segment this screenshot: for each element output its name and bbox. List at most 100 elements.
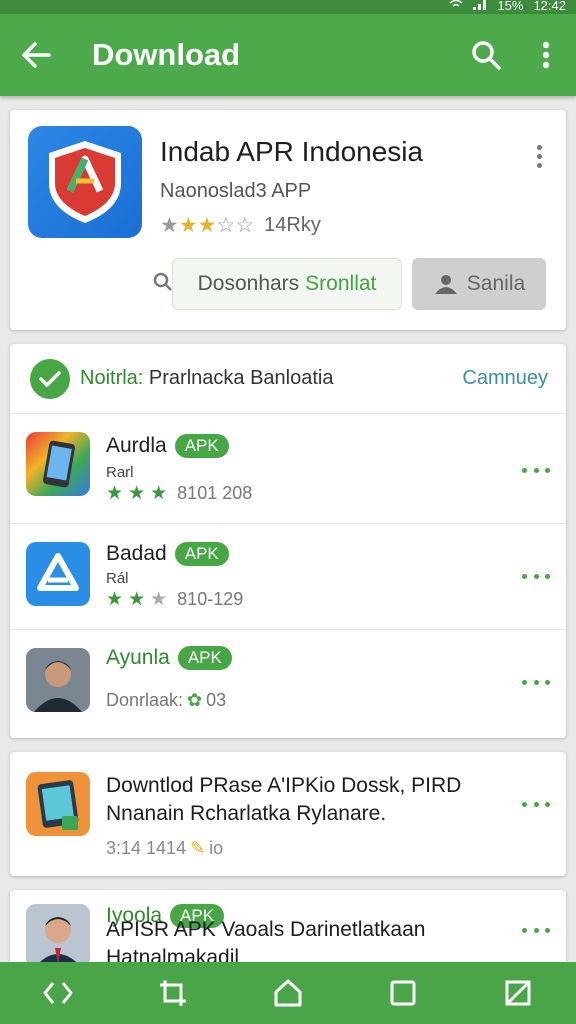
item-more-button[interactable] xyxy=(522,674,550,690)
rating-count: 14Rky xyxy=(264,214,321,236)
featured-app-subtitle: Naonoslad3 APP xyxy=(160,180,312,202)
nav-home-button[interactable] xyxy=(258,963,318,1023)
list-item-subtitle: Rarl xyxy=(106,464,134,481)
description-meta-value: 3:14 1414 xyxy=(106,838,187,858)
back-arrow-icon xyxy=(22,42,51,68)
download-button-label-accent: Sronllat xyxy=(305,272,377,295)
shield-icon xyxy=(49,141,121,223)
star-empty-icon: ☆ xyxy=(235,213,255,237)
secondary-button-label: Sanila xyxy=(466,272,526,295)
app-description-card[interactable]: Downtlod PRase A'IPKio Dossk, PIRD Nnana… xyxy=(10,752,566,876)
description-line-1: Downtlod PRase A'IPKio Dossk, PIRD xyxy=(106,774,462,797)
leaf-icon: ✿ xyxy=(187,690,203,710)
wifi-icon xyxy=(449,0,463,12)
check-circle-icon xyxy=(30,358,70,399)
list-item[interactable]: Aurdla APK Rarl ★ ★ ★ 8101 208 xyxy=(10,414,566,524)
featured-rating: ★★★☆☆ 14Rky xyxy=(160,214,321,237)
featured-app-icon[interactable] xyxy=(28,126,142,238)
star-filled-icon: ★ xyxy=(197,213,217,237)
fullscreen-icon xyxy=(505,980,531,1006)
search-small-icon xyxy=(153,272,173,298)
signal-icon xyxy=(473,0,487,12)
nav-crop-button[interactable] xyxy=(143,963,203,1023)
tablet-app-icon xyxy=(26,772,90,836)
star-filled-icon: ★ xyxy=(150,483,168,504)
bottom-nav-bar xyxy=(0,962,576,1024)
apk-badge: APK xyxy=(174,434,229,458)
list-item[interactable]: Ayunla APK Donrlaak: ✿ 03 xyxy=(10,630,566,736)
description-meta-suffix: io xyxy=(209,838,224,858)
nav-fullscreen-button[interactable] xyxy=(488,963,548,1023)
preview-line-1: APISR APK Vaoals Darinetlatkaan xyxy=(106,918,426,941)
list-header-link[interactable]: Camnuey xyxy=(462,367,548,390)
phone-app-icon xyxy=(26,432,90,496)
list-item-meta: ★ ★ ★ 810-129 xyxy=(106,588,243,611)
list-item-downloads: 810-129 xyxy=(177,589,244,609)
featured-app-title: Indab APR Indonesia xyxy=(160,136,424,167)
featured-app-card: Indab APR Indonesia Naonoslad3 APP ★★★☆☆… xyxy=(10,110,566,330)
list-item-downloads: 8101 208 xyxy=(177,483,253,503)
page-title: Download xyxy=(92,37,241,72)
list-header-rest: Prarlnacka Banloatia xyxy=(148,367,334,389)
nav-recents-button[interactable] xyxy=(373,963,433,1023)
star-empty-icon: ☆ xyxy=(216,213,236,237)
home-icon xyxy=(274,979,302,1007)
list-header: Noitrla: Prarlnacka Banloatia Camnuey xyxy=(10,344,566,414)
nav-share-button[interactable] xyxy=(28,963,88,1023)
rating-stars: ★ ★ ★ xyxy=(106,482,167,505)
list-header-text: Noitrla: Prarlnacka Banloatia xyxy=(80,367,333,390)
star-filled-icon: ★ xyxy=(106,589,124,610)
download-button[interactable]: Dosonhars Sronllat xyxy=(172,258,402,310)
item-more-button[interactable] xyxy=(522,796,550,812)
rating-stars: ★★★☆☆ xyxy=(160,213,255,237)
app-bar: Download xyxy=(0,14,576,96)
star-empty-icon: ★ xyxy=(150,589,168,610)
star-filled-icon: ★ xyxy=(128,483,146,504)
rating-stars: ★ ★ ★ xyxy=(106,588,167,611)
star-filled-icon: ★ xyxy=(106,483,124,504)
list-item-name: Ayunla xyxy=(106,646,170,669)
description-meta: 3:14 1414 ✎ io xyxy=(106,838,223,859)
search-button[interactable] xyxy=(456,14,516,96)
blue-a-app-icon xyxy=(26,542,90,606)
list-item[interactable]: Badad APK Rál ★ ★ ★ 810-129 xyxy=(10,524,566,630)
featured-more-button[interactable] xyxy=(524,136,554,176)
back-button[interactable] xyxy=(0,14,72,96)
list-item-name: Badad xyxy=(106,542,167,565)
app-list-card: Noitrla: Prarlnacka Banloatia Camnuey Au… xyxy=(10,344,566,738)
overflow-menu-button[interactable] xyxy=(516,14,576,96)
secondary-button[interactable]: Sanila xyxy=(412,258,546,310)
person-avatar-icon xyxy=(26,904,90,968)
share-icon xyxy=(43,982,73,1004)
item-more-button[interactable] xyxy=(522,462,550,478)
apk-badge: APK xyxy=(177,646,232,670)
list-item-meta-prefix: Donrlaak: xyxy=(106,690,184,710)
list-item-meta: Donrlaak: ✿ 03 xyxy=(106,690,226,711)
list-item-title: Badad APK xyxy=(106,542,229,566)
recents-square-icon xyxy=(390,980,416,1006)
description-text: Downtlod PRase A'IPKio Dossk, PIRD Nnana… xyxy=(106,772,461,828)
battery-level: 15% xyxy=(497,0,524,13)
status-bar: 15% 12:42 xyxy=(0,0,576,14)
item-more-button[interactable] xyxy=(522,922,550,938)
list-header-prefix: Noitrla: xyxy=(80,367,144,389)
star-filled-icon: ★ xyxy=(178,213,198,237)
description-line-2: Nnanain Rcharlatka Rylanare. xyxy=(106,802,387,825)
star-filled-icon: ★ xyxy=(128,589,146,610)
list-item-title: Aurdla APK xyxy=(106,434,229,458)
more-vertical-icon xyxy=(542,41,550,69)
pencil-icon: ✎ xyxy=(190,838,206,858)
star-filled-icon: ★ xyxy=(160,213,179,237)
person-icon xyxy=(434,275,457,294)
list-item-name: Aurdla xyxy=(106,434,167,457)
person-avatar-icon xyxy=(26,648,90,712)
clock: 12:42 xyxy=(533,0,566,13)
list-item-subtitle: Rál xyxy=(106,570,129,587)
item-more-button[interactable] xyxy=(522,568,550,584)
list-item-meta: ★ ★ ★ 8101 208 xyxy=(106,482,252,505)
search-icon xyxy=(472,41,501,70)
list-item-downloads: 03 xyxy=(206,690,227,710)
crop-icon xyxy=(159,980,186,1006)
apk-badge: APK xyxy=(174,542,229,566)
list-item-title: Ayunla APK xyxy=(106,646,232,670)
